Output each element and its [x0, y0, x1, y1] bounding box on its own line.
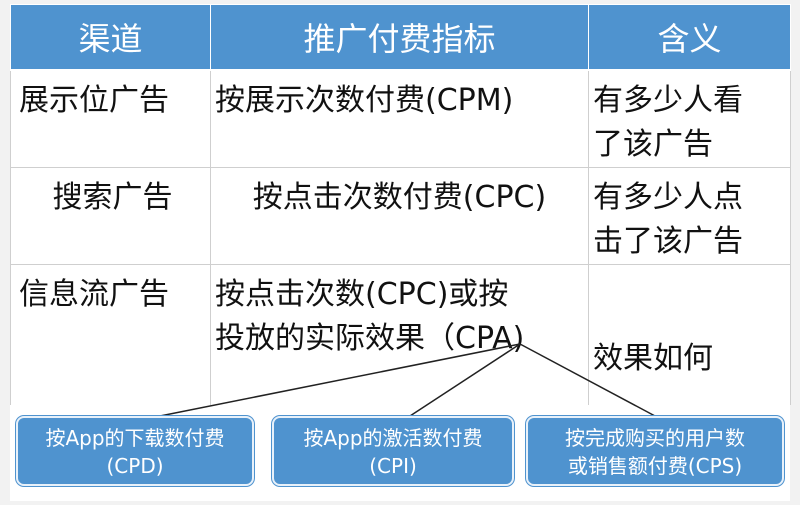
callout-cps: 按完成购买的用户数 或销售额付费(CPS) — [526, 416, 784, 486]
channel-cell: 信息流广告 — [10, 264, 211, 405]
callout-line: 或销售额付费(CPS) — [567, 454, 743, 478]
callout-line: (CPD) — [106, 454, 164, 478]
header-meaning: 含义 — [588, 4, 791, 71]
header-row: 渠道 推广付费指标 含义 — [10, 4, 791, 71]
meaning-cell: 有多少人看 了该广告 — [588, 70, 791, 168]
callout-line: 按完成购买的用户数 — [565, 426, 745, 450]
metric-cell: 按点击次数付费(CPC) — [210, 167, 589, 265]
callout-cpi: 按App的激活数付费 (CPI) — [272, 416, 514, 486]
meaning-cell: 有多少人点 击了该广告 — [588, 167, 791, 265]
meaning-line: 击了该广告 — [593, 224, 743, 259]
metric-cell: 按点击次数(CPC)或按 投放的实际效果（CPA) — [210, 264, 589, 405]
table-row: 信息流广告 按点击次数(CPC)或按 投放的实际效果（CPA) 效果如何 — [10, 264, 791, 405]
channel-cell: 搜索广告 — [10, 167, 211, 265]
metric-line: 投放的实际效果（CPA) — [215, 321, 525, 356]
header-metric: 推广付费指标 — [210, 4, 589, 71]
callout-line: (CPI) — [369, 454, 417, 478]
table-row: 展示位广告 按展示次数付费(CPM) 有多少人看 了该广告 — [10, 70, 791, 168]
meaning-line: 有多少人点 — [593, 180, 743, 215]
channel-cell: 展示位广告 — [10, 70, 211, 168]
table-row: 搜索广告 按点击次数付费(CPC) 有多少人点 击了该广告 — [10, 167, 791, 265]
metric-cell: 按展示次数付费(CPM) — [210, 70, 589, 168]
callout-line: 按App的下载数付费 — [45, 426, 225, 450]
metric-line: 按点击次数(CPC)或按 — [215, 277, 509, 312]
meaning-line: 有多少人看 — [593, 83, 743, 118]
cpa-diagram: 渠道 推广付费指标 含义 展示位广告 按展示次数付费(CPM) 有多少人看 了该… — [10, 4, 791, 501]
header-channel: 渠道 — [10, 4, 211, 71]
meaning-cell: 效果如何 — [588, 264, 791, 405]
callout-cpd: 按App的下载数付费 (CPD) — [16, 416, 254, 486]
ad-payment-table: 渠道 推广付费指标 含义 展示位广告 按展示次数付费(CPM) 有多少人看 了该… — [10, 4, 791, 405]
callout-line: 按App的激活数付费 — [303, 426, 483, 450]
meaning-line: 了该广告 — [593, 127, 713, 162]
